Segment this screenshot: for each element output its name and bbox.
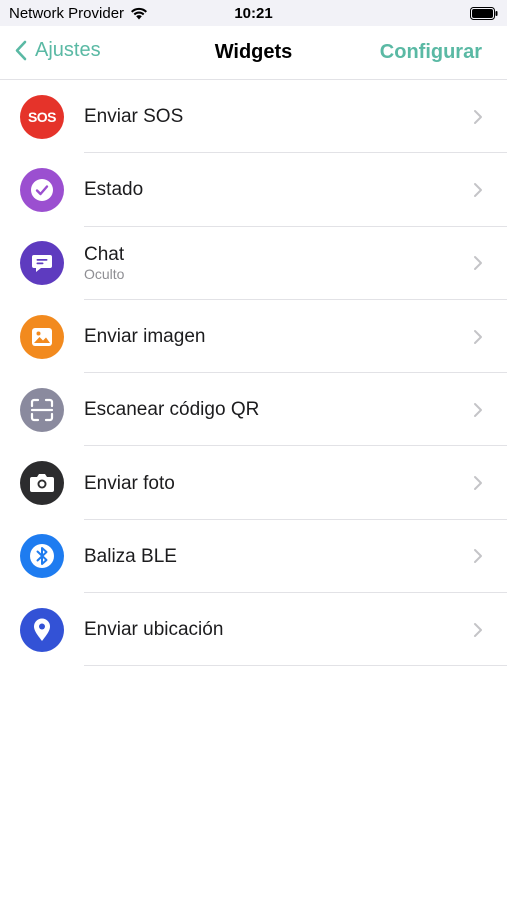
sos-icon: SOS [20, 94, 64, 139]
image-icon [20, 314, 64, 359]
chevron-right-icon [474, 182, 482, 197]
chevron-right-icon [474, 476, 482, 491]
widget-label: Baliza BLE [84, 545, 177, 567]
widget-label: Escanear código QR [84, 399, 260, 421]
configure-button[interactable]: Configurar [380, 41, 482, 64]
widget-label: Enviar ubicación [84, 619, 224, 641]
status-bar: Network Provider 10:21 [0, 0, 507, 26]
chevron-right-icon [474, 329, 482, 344]
chevron-right-icon [474, 109, 482, 124]
chevron-right-icon [474, 402, 482, 417]
widget-label: Enviar imagen [84, 326, 206, 348]
widget-row-baliza-ble[interactable]: Baliza BLE [0, 520, 507, 594]
qr-scan-icon [20, 387, 64, 432]
widget-row-enviar-sos[interactable]: SOS Enviar SOS [0, 80, 507, 154]
widget-row-estado[interactable]: Estado [0, 153, 507, 227]
widget-label: Estado [84, 179, 144, 201]
navigation-bar: Ajustes Widgets Configurar [0, 26, 507, 78]
location-pin-icon [20, 607, 64, 652]
battery-icon [470, 7, 498, 20]
check-circle-icon [20, 167, 64, 212]
chevron-right-icon [474, 622, 482, 637]
widget-label: Enviar SOS [84, 106, 184, 128]
sos-icon-text: SOS [27, 108, 57, 125]
widget-row-enviar-ubicacion[interactable]: Enviar ubicación [0, 593, 507, 667]
widget-row-enviar-foto[interactable]: Enviar foto [0, 446, 507, 521]
widget-row-escanear-qr[interactable]: Escanear código QR [0, 373, 507, 447]
bluetooth-icon [20, 534, 64, 579]
chevron-right-icon [474, 256, 482, 271]
widget-label: Enviar foto [84, 472, 175, 494]
widget-row-chat[interactable]: Chat Oculto [0, 227, 507, 301]
chevron-right-icon [474, 549, 482, 564]
widget-label: Chat [84, 244, 125, 266]
camera-icon [20, 461, 64, 506]
widget-sublabel: Oculto [84, 266, 125, 283]
widget-row-enviar-imagen[interactable]: Enviar imagen [0, 300, 507, 374]
chat-bubble-icon [20, 241, 64, 286]
widget-list: SOS Enviar SOS Estado Chat Oculto Enviar… [0, 79, 507, 667]
status-time: 10:21 [234, 5, 273, 22]
